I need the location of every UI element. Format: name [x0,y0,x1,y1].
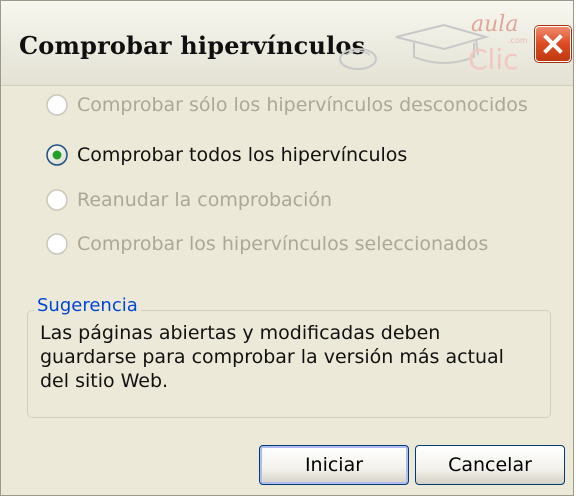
radio-button-empty [46,189,68,211]
dialog-window: Comprobar hipervínculos aula .com Clic C… [0,0,574,496]
close-button[interactable] [535,26,571,62]
radio-button-selected [46,144,68,166]
hint-line: Las páginas abiertas y modificadas deben [40,322,441,344]
radio-resume-check[interactable]: Reanudar la comprobación [45,185,332,215]
hint-title: Sugerencia [34,295,141,316]
option-label: Comprobar todos los hipervínculos [77,144,408,166]
hint-text: Las páginas abiertas y modificadas deben… [40,321,550,393]
radio-check-unknown-links[interactable]: Comprobar sólo los hipervínculos descono… [45,90,528,120]
radio-button-empty [46,233,68,255]
option-label: Comprobar los hipervínculos seleccionado… [77,233,489,255]
aulaclic-logo: aula .com Clic [339,12,528,76]
option-label: Comprobar sólo los hipervínculos descono… [77,94,528,116]
hint-line: del sitio Web. [40,370,169,392]
radio-check-selected-links[interactable]: Comprobar los hipervínculos seleccionado… [45,229,488,259]
window-title: Comprobar hipervínculos [19,31,366,60]
title-bar[interactable]: Comprobar hipervínculos aula .com Clic [1,1,573,86]
close-icon [543,34,563,54]
option-label: Reanudar la comprobación [77,189,333,211]
logo-word-clic: Clic [468,43,519,76]
radio-button-empty [46,94,68,116]
hint-line: guardarse para comprobar la versión más … [40,346,504,368]
logo-word-aula: aula [471,12,518,37]
radio-check-all-links[interactable]: Comprobar todos los hipervínculos [45,140,407,170]
start-button[interactable]: Iniciar [259,445,409,485]
cancel-button[interactable]: Cancelar [415,445,565,485]
